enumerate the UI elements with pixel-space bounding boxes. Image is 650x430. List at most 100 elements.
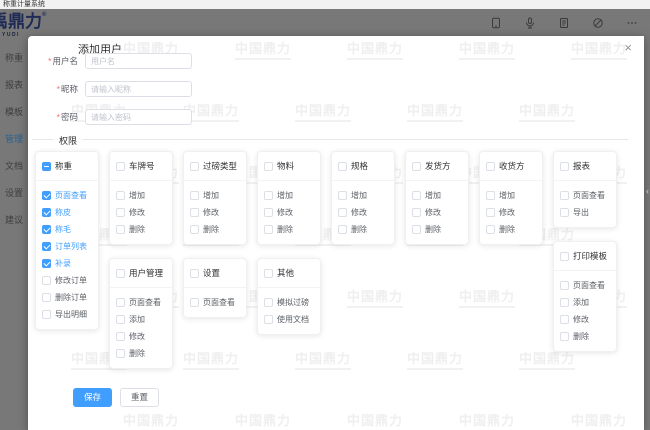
checkbox[interactable] [560,298,569,307]
checkbox[interactable] [42,276,51,285]
permission-item[interactable]: 增加 [264,187,314,204]
sidebar-item-reports[interactable]: 报表 [0,71,28,98]
checkbox[interactable] [486,162,495,171]
checkbox[interactable] [338,162,347,171]
permission-item[interactable]: 页面查看 [560,277,610,294]
checkbox[interactable] [42,310,51,319]
checkbox[interactable] [338,191,347,200]
checkbox[interactable] [42,259,51,268]
permission-item[interactable]: 称皮 [42,204,92,221]
permission-item[interactable]: 使用文档 [264,311,314,328]
sidebar-item-settings[interactable]: 设置 [0,179,28,206]
checkbox[interactable] [116,162,125,171]
permission-item[interactable]: 增加 [486,187,536,204]
permission-item[interactable]: 订单列表 [42,238,92,255]
checkbox[interactable] [264,162,273,171]
checkbox[interactable] [190,269,199,278]
checkbox[interactable] [264,298,273,307]
checkbox[interactable] [560,315,569,324]
checkbox[interactable] [560,208,569,217]
permission-item[interactable]: 补录 [42,255,92,272]
link-icon[interactable] [592,17,604,29]
permission-item[interactable]: 删除订单 [42,289,92,306]
checkbox[interactable] [116,225,125,234]
checkbox[interactable] [560,252,569,261]
permission-item[interactable]: 页面查看 [116,294,166,311]
checkbox[interactable] [486,191,495,200]
permission-item[interactable]: 修改 [264,204,314,221]
permission-item[interactable]: 导出 [560,204,610,221]
permission-item[interactable]: 添加 [560,294,610,311]
permission-item[interactable]: 增加 [116,187,166,204]
permission-item[interactable]: 删除 [190,221,240,238]
permission-item[interactable]: 页面查看 [190,294,240,311]
checkbox[interactable] [116,332,125,341]
checkbox[interactable] [42,191,51,200]
permission-item[interactable]: 删除 [412,221,462,238]
permission-item[interactable]: 修改 [560,311,610,328]
permission-item[interactable]: 修改 [338,204,388,221]
permission-item[interactable]: 修改 [116,328,166,345]
permission-item[interactable]: 修改订单 [42,272,92,289]
checkbox[interactable] [560,162,569,171]
checkbox[interactable] [190,298,199,307]
checkbox[interactable] [190,225,199,234]
permission-item[interactable]: 增加 [412,187,462,204]
permission-item[interactable]: 删除 [338,221,388,238]
permission-item[interactable]: 修改 [412,204,462,221]
checkbox[interactable] [338,225,347,234]
checkbox[interactable] [264,208,273,217]
permission-item[interactable]: 导出明细 [42,306,92,323]
checkbox[interactable] [190,208,199,217]
username-input[interactable] [85,53,192,69]
save-button[interactable]: 保存 [73,388,112,407]
checkbox[interactable] [264,191,273,200]
checkbox[interactable] [560,332,569,341]
permission-item[interactable]: 修改 [190,204,240,221]
checkbox[interactable] [116,315,125,324]
checkbox[interactable] [412,225,421,234]
checkbox[interactable] [412,191,421,200]
checkbox[interactable] [116,191,125,200]
checkbox[interactable] [412,162,421,171]
sidebar-item-management[interactable]: 管理 [0,125,28,152]
checkbox[interactable] [412,208,421,217]
checkbox[interactable] [42,225,51,234]
checkbox[interactable] [264,315,273,324]
sidebar-item-docs[interactable]: 文档 [0,152,28,179]
permission-item[interactable]: 称毛 [42,221,92,238]
checkbox[interactable] [338,208,347,217]
checkbox[interactable] [42,242,51,251]
sidebar-item-suggestions[interactable]: 建议 [0,206,28,233]
checkbox[interactable] [560,281,569,290]
permission-item[interactable]: 修改 [116,204,166,221]
permission-item[interactable]: 修改 [486,204,536,221]
permission-item[interactable]: 增加 [338,187,388,204]
permission-item[interactable]: 删除 [486,221,536,238]
sidebar-item-weighing[interactable]: 称重 [0,44,28,71]
reset-button[interactable]: 重置 [120,388,159,407]
checkbox[interactable] [42,293,51,302]
close-icon[interactable]: × [624,41,632,54]
document-icon[interactable] [558,17,570,29]
checkbox[interactable] [116,208,125,217]
permission-item[interactable]: 增加 [190,187,240,204]
checkbox[interactable] [486,225,495,234]
checkbox[interactable] [486,208,495,217]
nickname-input[interactable] [85,81,192,97]
checkbox[interactable] [42,162,51,171]
checkbox[interactable] [560,191,569,200]
password-input[interactable] [85,109,192,125]
microphone-icon[interactable] [524,17,536,29]
permission-item[interactable]: 删除 [116,345,166,362]
sidebar-item-templates[interactable]: 模板 [0,98,28,125]
more-icon[interactable] [626,17,638,29]
collapse-handle-icon[interactable]: ‹ [646,186,649,196]
permission-item[interactable]: 删除 [560,328,610,345]
checkbox[interactable] [264,269,273,278]
permission-item[interactable]: 页面查看 [560,187,610,204]
checkbox[interactable] [116,349,125,358]
permission-item[interactable]: 添加 [116,311,166,328]
checkbox[interactable] [190,162,199,171]
checkbox[interactable] [42,208,51,217]
